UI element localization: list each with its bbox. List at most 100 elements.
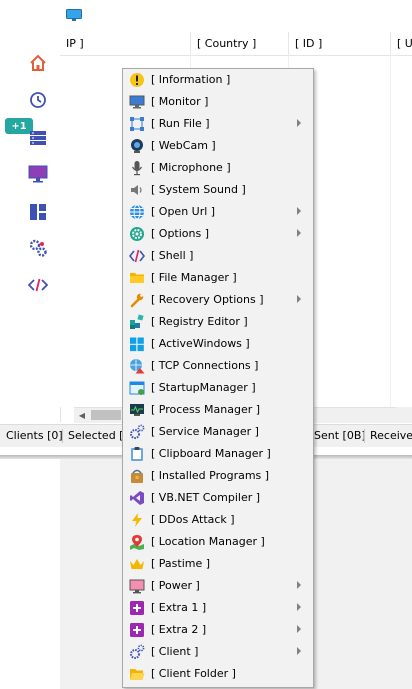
submenu-arrow-icon xyxy=(297,647,301,655)
menu-item-label: [ Power ] xyxy=(151,579,200,592)
sidebar-settings-button[interactable] xyxy=(26,236,50,260)
sidebar-home-button[interactable] xyxy=(26,51,50,75)
service-gears-icon xyxy=(130,424,145,439)
menu-item-power[interactable]: [ Power ] xyxy=(125,575,311,597)
client-gears-icon xyxy=(130,644,145,659)
plus-square-icon xyxy=(130,601,144,615)
gear-icon xyxy=(130,227,144,241)
menu-item-label: [ Registry Editor ] xyxy=(151,315,248,328)
menu-item-label: [ Microphone ] xyxy=(151,161,231,174)
network-globe-icon xyxy=(130,359,145,374)
menu-item-label: [ Client Folder ] xyxy=(151,667,236,680)
menu-item-label: [ System Sound ] xyxy=(151,183,246,196)
menu-item-registry-editor[interactable]: [ Registry Editor ] xyxy=(125,311,311,333)
menu-item-run-file[interactable]: [ Run File ] xyxy=(125,113,311,135)
menu-item-label: [ WebCam ] xyxy=(151,139,216,152)
menu-item-active-windows[interactable]: [ ActiveWindows ] xyxy=(125,333,311,355)
menu-item-label: [ Shell ] xyxy=(151,249,194,262)
code-icon xyxy=(129,249,145,263)
lightning-icon xyxy=(132,513,142,527)
registry-icon xyxy=(130,314,144,329)
menu-item-shell[interactable]: [ Shell ] xyxy=(125,245,311,267)
menu-item-label: [ Recovery Options ] xyxy=(151,293,264,306)
sidebar-dashboard-button[interactable] xyxy=(26,200,50,224)
menu-item-location-manager[interactable]: [ Location Manager ] xyxy=(125,531,311,553)
run-file-icon xyxy=(130,117,144,131)
status-clients: Clients [0] xyxy=(6,429,63,442)
menu-item-client-folder[interactable]: [ Client Folder ] xyxy=(125,663,311,685)
dashboard-icon xyxy=(30,204,46,220)
menu-item-label: [ Client ] xyxy=(151,645,199,658)
visual-studio-icon xyxy=(130,491,144,505)
app-monitor-icon xyxy=(66,9,82,21)
menu-item-label: [ Extra 2 ] xyxy=(151,623,207,636)
menu-item-client[interactable]: [ Client ] xyxy=(125,641,311,663)
sidebar-monitor-button[interactable] xyxy=(26,162,50,186)
scroll-corner xyxy=(396,407,412,422)
map-pin-icon xyxy=(130,535,144,550)
menu-item-label: [ Run File ] xyxy=(151,117,210,130)
menu-item-file-manager[interactable]: [ File Manager ] xyxy=(125,267,311,289)
menu-item-label: [ Service Manager ] xyxy=(151,425,259,438)
menu-item-system-sound[interactable]: [ System Sound ] xyxy=(125,179,311,201)
column-header-id[interactable]: [ ID ] xyxy=(288,32,390,55)
microphone-icon xyxy=(131,161,143,176)
submenu-arrow-icon xyxy=(297,295,301,303)
menu-item-information[interactable]: [ Information ] xyxy=(125,69,311,91)
menu-item-extra-2[interactable]: [ Extra 2 ] xyxy=(125,619,311,641)
menu-item-installed-programs[interactable]: [ Installed Programs ] xyxy=(125,465,311,487)
menu-item-monitor[interactable]: [ Monitor ] xyxy=(125,91,311,113)
sidebar-code-button[interactable] xyxy=(26,273,50,297)
scroll-left-arrow[interactable]: ◀ xyxy=(74,408,90,423)
menu-item-vbnet-compiler[interactable]: [ VB.NET Compiler ] xyxy=(125,487,311,509)
monitor-icon xyxy=(28,165,48,183)
submenu-arrow-icon xyxy=(297,119,301,127)
menu-item-options[interactable]: [ Options ] xyxy=(125,223,311,245)
plus-square-icon xyxy=(130,623,144,637)
speaker-icon xyxy=(131,185,142,195)
sidebar: +1 xyxy=(0,32,61,422)
status-received: Received xyxy=(370,429,412,442)
column-divider xyxy=(390,55,391,407)
desktop-background-left xyxy=(0,459,60,689)
scroll-thumb[interactable] xyxy=(91,410,121,420)
menu-item-label: [ VB.NET Compiler ] xyxy=(151,491,261,504)
menu-item-label: [ Open Url ] xyxy=(151,205,216,218)
status-separator xyxy=(62,429,63,443)
menu-item-recovery-options[interactable]: [ Recovery Options ] xyxy=(125,289,311,311)
menu-item-label: [ ActiveWindows ] xyxy=(151,337,250,350)
menu-item-microphone[interactable]: [ Microphone ] xyxy=(125,157,311,179)
menu-item-label: [ Clipboard Manager ] xyxy=(151,447,271,460)
menu-item-label: [ File Manager ] xyxy=(151,271,237,284)
globe-icon xyxy=(130,204,144,220)
submenu-arrow-icon xyxy=(297,625,301,633)
home-icon xyxy=(30,54,46,71)
submenu-arrow-icon xyxy=(297,207,301,215)
column-header-country[interactable]: [ Country ] xyxy=(190,32,288,55)
menu-item-extra-1[interactable]: [ Extra 1 ] xyxy=(125,597,311,619)
menu-item-label: [ StartupManager ] xyxy=(151,381,256,394)
column-header-ip[interactable]: IP ] xyxy=(60,32,190,55)
menu-item-webcam[interactable]: [ WebCam ] xyxy=(125,135,311,157)
submenu-arrow-icon xyxy=(297,603,301,611)
menu-item-service-manager[interactable]: [ Service Manager ] xyxy=(125,421,311,443)
menu-item-label: [ Process Manager ] xyxy=(151,403,261,416)
status-separator xyxy=(364,429,365,443)
menu-item-tcp-connections[interactable]: [ TCP Connections ] xyxy=(125,355,311,377)
code-icon xyxy=(28,278,48,292)
menu-item-ddos-attack[interactable]: [ DDos Attack ] xyxy=(125,509,311,531)
crown-icon xyxy=(130,559,144,569)
column-header-user[interactable]: [ Us xyxy=(390,32,412,55)
sidebar-history-button[interactable] xyxy=(26,88,50,112)
menu-item-label: [ TCP Connections ] xyxy=(151,359,259,372)
sidebar-server-button[interactable] xyxy=(26,126,50,150)
menu-item-process-manager[interactable]: [ Process Manager ] xyxy=(125,399,311,421)
menu-item-pastime[interactable]: [ Pastime ] xyxy=(125,553,311,575)
menu-item-label: [ Information ] xyxy=(151,73,231,86)
wrench-icon xyxy=(130,293,144,308)
menu-item-open-url[interactable]: [ Open Url ] xyxy=(125,201,311,223)
windows-icon xyxy=(130,337,144,352)
menu-item-clipboard-manager[interactable]: [ Clipboard Manager ] xyxy=(125,443,311,465)
status-sent: Sent [0B] xyxy=(314,429,366,442)
menu-item-startup-manager[interactable]: [ StartupManager ] xyxy=(125,377,311,399)
